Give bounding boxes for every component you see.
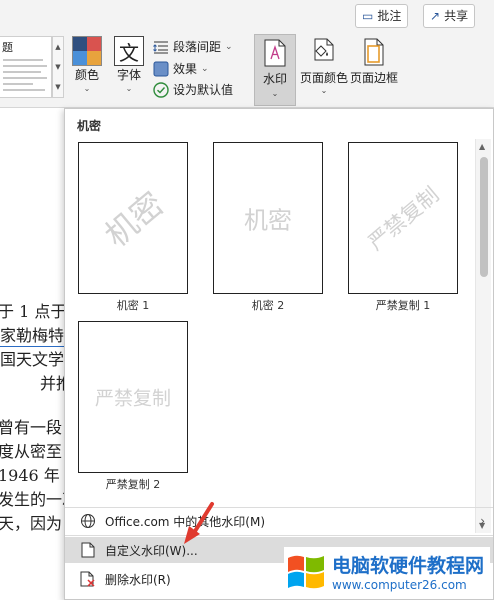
watermark-preview-text: 严禁复制	[94, 387, 172, 410]
watermark-preview: 机密	[213, 142, 323, 294]
comment-button[interactable]: ▭ 批注	[355, 4, 409, 28]
chevron-down-icon: ⌄	[83, 84, 91, 93]
watermark-dropdown: 机密 机密 机密 1 机密 机密 2 严禁复制 严禁复制 1 严禁复制 严禁复制…	[64, 108, 494, 600]
page-border-icon	[362, 38, 386, 69]
chevron-down-icon: ⌄	[225, 41, 233, 52]
effects-label: 效果	[173, 62, 198, 76]
menu-divider	[65, 535, 493, 536]
chevron-down-icon: ⌄	[320, 86, 328, 95]
remove-document-icon	[79, 570, 97, 588]
paragraph-spacing-button[interactable]: 段落间距 ⌄	[153, 38, 233, 55]
watermark-option[interactable]: 严禁复制 严禁复制 1	[348, 142, 458, 313]
gallery-scroll[interactable]: ▲ ▼ ▼	[52, 36, 64, 98]
doc-line: 家勒梅特	[0, 322, 65, 347]
watermark-preview-text: 机密	[97, 184, 172, 255]
more-icon[interactable]: ▼	[55, 83, 60, 91]
set-default-label: 设为默认值	[173, 83, 234, 97]
watermark-preview-text: 严禁复制	[363, 182, 444, 255]
doc-line: 国天文学	[0, 350, 65, 369]
chevron-right-icon: ›	[480, 514, 485, 528]
chevron-down-icon: ⌄	[201, 63, 209, 74]
watermark-preview: 严禁复制	[348, 142, 458, 294]
chevron-up-icon[interactable]: ▲	[55, 43, 60, 51]
comment-label: 批注	[377, 9, 402, 23]
fonts-button[interactable]: 文 字体 ⌄	[114, 36, 144, 93]
annotation-arrow-icon	[184, 502, 214, 544]
watermark-icon	[264, 39, 286, 70]
set-default-button[interactable]: 设为默认值	[153, 81, 233, 98]
logo-title: 电脑软硬件教程网	[332, 555, 485, 577]
watermark-preview-text: 机密	[244, 206, 292, 235]
watermark-caption: 严禁复制 2	[105, 478, 161, 491]
office-watermarks-item[interactable]: Office.com 中的其他水印(M) ›	[65, 508, 493, 534]
site-logo: 电脑软硬件教程网 www.computer26.com	[284, 547, 490, 596]
watermark-option[interactable]: 机密 机密 2	[213, 142, 323, 313]
scroll-up-icon[interactable]: ▲	[479, 142, 485, 151]
watermark-gallery: 机密 机密 1 机密 机密 2 严禁复制 严禁复制 1 严禁复制 严禁复制 2 …	[65, 137, 491, 533]
page-color-label: 页面颜色	[300, 71, 349, 85]
top-bar: ▭ 批注 ↗ 共享	[0, 0, 494, 32]
watermark-preview: 机密	[78, 142, 188, 294]
globe-icon	[79, 512, 97, 530]
share-label: 共享	[444, 9, 469, 23]
share-icon: ↗	[430, 9, 441, 23]
colors-button[interactable]: 颜色 ⌄	[72, 36, 102, 93]
style-gallery[interactable]: 题	[0, 36, 52, 98]
logo-url: www.computer26.com	[332, 578, 467, 592]
comment-icon: ▭	[362, 9, 374, 23]
gallery-scrollbar[interactable]: ▲ ▼	[475, 139, 491, 533]
effects-icon	[153, 61, 169, 77]
watermark-label: 水印	[262, 72, 287, 86]
effects-button[interactable]: 效果 ⌄	[153, 60, 209, 77]
watermark-option[interactable]: 严禁复制 严禁复制 2	[78, 321, 188, 492]
check-circle-icon	[153, 81, 169, 98]
watermark-caption: 机密 1	[116, 299, 150, 312]
windows-logo-icon	[288, 555, 324, 588]
document-icon	[79, 541, 97, 559]
paragraph-spacing-label: 段落间距	[173, 40, 222, 54]
page-border-label: 页面边框	[350, 71, 399, 85]
chevron-down-icon[interactable]: ▼	[55, 63, 60, 71]
colors-label: 颜色	[74, 68, 99, 82]
fonts-icon: 文	[114, 36, 144, 66]
watermark-caption: 严禁复制 1	[375, 299, 431, 312]
fonts-label: 字体	[116, 68, 141, 82]
doc-line: 1946 年	[0, 466, 60, 485]
chevron-down-icon: ⌄	[271, 89, 279, 98]
page-color-icon	[311, 38, 337, 69]
doc-line: 曾有一段	[0, 418, 63, 437]
share-button[interactable]: ↗ 共享	[423, 4, 476, 28]
gallery-section-header: 机密	[77, 119, 102, 133]
paragraph-spacing-icon	[153, 39, 169, 55]
page-color-button[interactable]: 页面颜色 ⌄	[300, 38, 348, 95]
watermark-option[interactable]: 机密 机密 1	[78, 142, 188, 313]
page-border-button[interactable]: 页面边框	[350, 38, 398, 86]
chevron-down-icon: ⌄	[125, 84, 133, 93]
watermark-preview: 严禁复制	[78, 321, 188, 473]
doc-line: 天，因为	[0, 514, 63, 533]
doc-line: 度从密至	[0, 442, 63, 461]
remove-watermark-label: 删除水印(R)	[105, 572, 171, 587]
watermark-caption: 机密 2	[251, 299, 285, 312]
scroll-thumb[interactable]	[480, 157, 488, 277]
colors-icon	[72, 36, 102, 66]
watermark-button[interactable]: 水印 ⌄	[254, 34, 296, 106]
style-gallery-title: 题	[2, 41, 13, 54]
